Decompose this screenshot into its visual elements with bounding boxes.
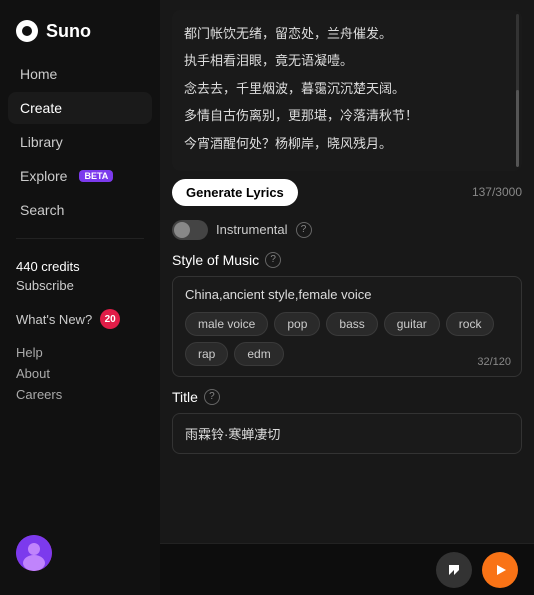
style-input-value: China,ancient style,female voice	[185, 287, 509, 302]
avatar-section	[0, 523, 160, 583]
credits-text: 440 credits	[16, 259, 144, 274]
instrumental-label: Instrumental	[216, 222, 288, 237]
title-label-row: Title ?	[172, 389, 522, 405]
instrumental-toggle[interactable]	[172, 220, 208, 240]
sidebar-item-search[interactable]: Search	[8, 194, 152, 226]
instrumental-row: Instrumental ?	[160, 212, 534, 248]
generate-lyrics-button[interactable]: Generate Lyrics	[172, 179, 298, 206]
tag-bass[interactable]: bass	[326, 312, 377, 336]
careers-link[interactable]: Careers	[16, 387, 144, 402]
style-label-row: Style of Music ?	[172, 252, 522, 268]
sidebar-item-home[interactable]: Home	[8, 58, 152, 90]
style-label-text: Style of Music	[172, 252, 259, 268]
sidebar-item-library[interactable]: Library	[8, 126, 152, 158]
main-content: 都门帐饮无绪，留恋处，兰舟催发。 执手相看泪眼，竟无语凝噎。 念去去，千里烟波，…	[160, 0, 534, 595]
create-label: Create	[20, 100, 62, 116]
sidebar-item-explore[interactable]: Explore BETA	[8, 160, 152, 192]
style-tags-row: male voice pop bass guitar rock rap edm	[185, 312, 509, 366]
library-label: Library	[20, 134, 63, 150]
sidebar-bottom-links: Help About Careers	[0, 341, 160, 406]
tag-edm[interactable]: edm	[234, 342, 283, 366]
tag-male-voice[interactable]: male voice	[185, 312, 268, 336]
beta-badge: BETA	[79, 170, 113, 182]
explore-label: Explore	[20, 168, 67, 184]
whats-new-item[interactable]: What's New? 20	[16, 309, 144, 329]
lyrics-scrollbar	[516, 14, 519, 167]
lyrics-line-2: 执手相看泪眼，竟无语凝噎。	[184, 49, 510, 72]
lyrics-text: 都门帐饮无绪，留恋处，兰舟催发。 执手相看泪眼，竟无语凝噎。 念去去，千里烟波，…	[184, 22, 510, 155]
title-input-container[interactable]: 雨霖铃·寒蝉凄切	[172, 413, 522, 454]
help-link[interactable]: Help	[16, 345, 144, 360]
logo-text: Suno	[46, 21, 91, 42]
tag-rap[interactable]: rap	[185, 342, 228, 366]
generate-lyrics-row: Generate Lyrics 137/3000	[160, 171, 534, 212]
logo-icon	[16, 20, 38, 42]
style-of-music-section: Style of Music ? China,ancient style,fem…	[160, 248, 534, 385]
style-char-count: 32/120	[477, 356, 511, 368]
whats-new-label: What's New?	[16, 312, 92, 327]
instrumental-help-icon[interactable]: ?	[296, 222, 312, 238]
play-button[interactable]	[482, 552, 518, 588]
credits-section: 440 credits Subscribe	[0, 251, 160, 301]
title-section: Title ? 雨霖铃·寒蝉凄切	[160, 385, 534, 462]
search-label: Search	[20, 202, 64, 218]
sidebar: Suno Home Create Library Explore BETA Se…	[0, 0, 160, 595]
tag-guitar[interactable]: guitar	[384, 312, 440, 336]
logo: Suno	[0, 12, 160, 58]
skip-button[interactable]	[436, 552, 472, 588]
tag-pop[interactable]: pop	[274, 312, 320, 336]
sidebar-navigation: Home Create Library Explore BETA Search	[0, 58, 160, 226]
home-label: Home	[20, 66, 57, 82]
style-input-container[interactable]: China,ancient style,female voice male vo…	[172, 276, 522, 377]
whats-new-badge: 20	[100, 309, 120, 329]
lyrics-scrollbar-thumb	[516, 90, 519, 166]
title-help-icon[interactable]: ?	[204, 389, 220, 405]
whats-new-section: What's New? 20	[0, 301, 160, 337]
lyrics-line-5: 今宵酒醒何处？杨柳岸，晓风残月。	[184, 132, 510, 155]
user-avatar[interactable]	[16, 535, 52, 571]
toggle-knob	[174, 222, 190, 238]
style-help-icon[interactable]: ?	[265, 252, 281, 268]
lyrics-line-1: 都门帐饮无绪，留恋处，兰舟催发。	[184, 22, 510, 45]
about-link[interactable]: About	[16, 366, 144, 381]
lyrics-char-count: 137/3000	[472, 185, 522, 199]
divider	[16, 238, 144, 239]
title-value: 雨霖铃·寒蝉凄切	[185, 427, 280, 442]
title-label-text: Title	[172, 389, 198, 405]
player-bar	[160, 543, 534, 595]
lyrics-line-4: 多情自古伤离别，更那堪，冷落清秋节！	[184, 104, 510, 127]
subscribe-button[interactable]: Subscribe	[16, 278, 144, 293]
tag-rock[interactable]: rock	[446, 312, 495, 336]
lyrics-line-3: 念去去，千里烟波，暮霭沉沉楚天阔。	[184, 77, 510, 100]
lyrics-area: 都门帐饮无绪，留恋处，兰舟催发。 执手相看泪眼，竟无语凝噎。 念去去，千里烟波，…	[172, 10, 522, 171]
sidebar-item-create[interactable]: Create	[8, 92, 152, 124]
